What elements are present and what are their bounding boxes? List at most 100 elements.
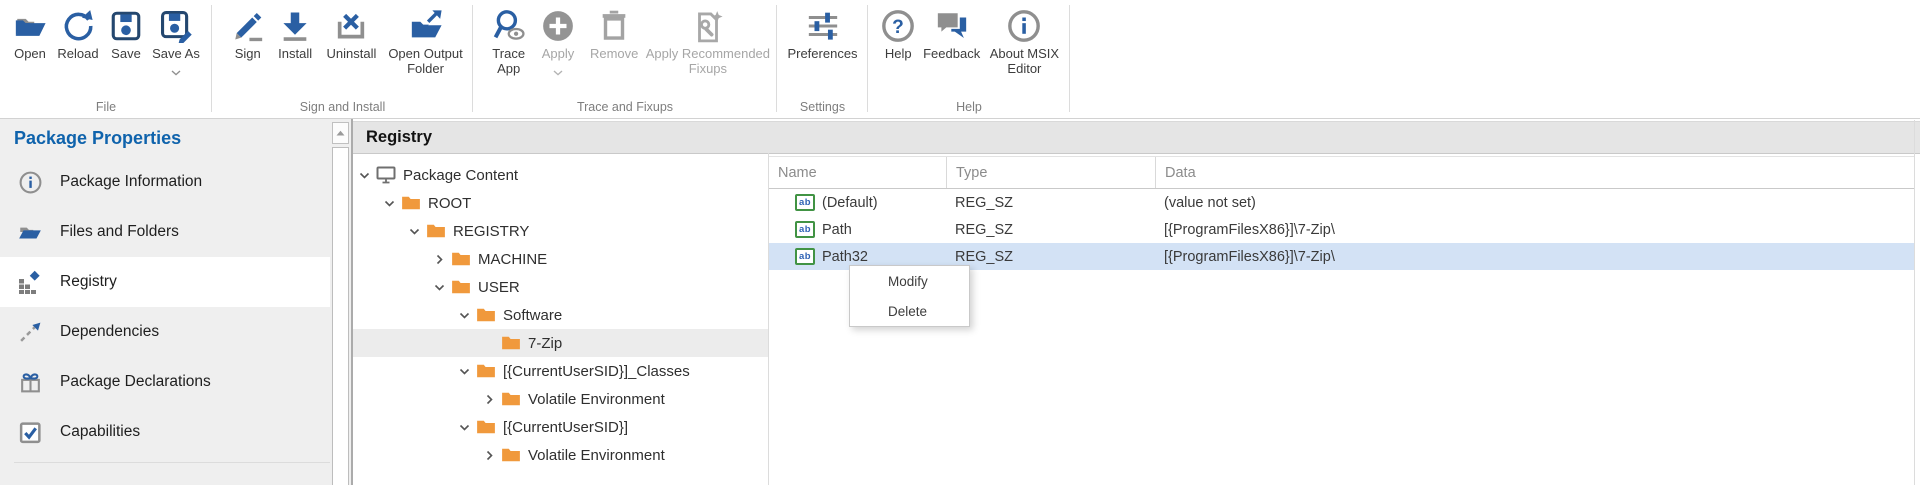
tree-item-volatile-environment[interactable]: Volatile Environment <box>353 385 768 413</box>
tree-item-user[interactable]: USER <box>353 273 768 301</box>
value-name: Path32 <box>822 249 868 265</box>
sidebar-item-label: Package Information <box>60 173 202 191</box>
ribbon-group-label: Help <box>868 100 1070 114</box>
value-name: (Default) <box>822 195 878 211</box>
table-row[interactable]: ab Path REG_SZ [{ProgramFilesX86}]\7-Zip… <box>769 216 1915 243</box>
uninstall-button[interactable]: Uninstall <box>321 6 382 61</box>
chevron-down-icon[interactable] <box>407 226 422 237</box>
chevron-down-icon[interactable] <box>382 198 397 209</box>
save-as-button[interactable]: Save As <box>148 6 204 81</box>
open-output-folder-button[interactable]: Open Output Folder <box>382 6 469 77</box>
value-name: Path <box>822 222 852 238</box>
chevron-right-icon[interactable] <box>432 254 447 265</box>
open-button[interactable]: Open <box>8 6 52 61</box>
save-button[interactable]: Save <box>104 6 148 61</box>
sidebar-item-dependencies[interactable]: Dependencies <box>0 307 330 357</box>
trace-app-button[interactable]: Trace App <box>485 6 532 77</box>
apply-plus-icon <box>541 6 575 46</box>
scrollbar-up-button[interactable] <box>332 122 349 144</box>
chevron-down-icon[interactable] <box>457 422 472 433</box>
computer-icon <box>376 166 396 184</box>
chevron-down-icon[interactable] <box>357 170 372 181</box>
chevron-down-icon[interactable] <box>171 63 181 81</box>
sidebar-item-registry[interactable]: Registry <box>0 257 330 307</box>
chevron-down-icon[interactable] <box>457 310 472 321</box>
button-label: Preferences <box>787 46 857 61</box>
sidebar-item-files-and-folders[interactable]: Files and Folders <box>0 207 330 257</box>
folder-icon <box>476 307 496 323</box>
sidebar-title: Package Properties <box>0 119 330 149</box>
sidebar-item-package-declarations[interactable]: Package Declarations <box>0 357 330 407</box>
save-as-icon <box>159 6 193 46</box>
context-menu-item-modify[interactable]: Modify <box>850 266 969 296</box>
tree-item-currentusersid-classes[interactable]: [{CurrentUserSID}]_Classes <box>353 357 768 385</box>
sidebar-divider <box>14 462 330 463</box>
tree-item-registry[interactable]: REGISTRY <box>353 217 768 245</box>
tree-item-machine[interactable]: MACHINE <box>353 245 768 273</box>
install-button[interactable]: Install <box>269 6 320 61</box>
sign-pencil-icon <box>231 6 265 46</box>
button-label: Help <box>885 46 912 61</box>
preferences-button[interactable]: Preferences <box>785 6 860 61</box>
help-question-icon: ? <box>881 6 915 46</box>
table-row[interactable]: ab (Default) REG_SZ (value not set) <box>769 189 1915 216</box>
ribbon-toolbar: Open Reload Save Save As <box>0 0 1920 119</box>
save-icon <box>109 6 143 46</box>
sign-button[interactable]: Sign <box>226 6 269 61</box>
chevron-right-icon[interactable] <box>482 450 497 461</box>
value-type: REG_SZ <box>946 249 1155 265</box>
sidebar-item-label: Registry <box>60 273 117 291</box>
sidebar-item-capabilities[interactable]: Capabilities <box>0 407 330 457</box>
string-value-icon: ab <box>795 194 815 211</box>
svg-text:?: ? <box>892 17 904 38</box>
sidebar-scrollbar[interactable] <box>330 119 351 485</box>
chevron-down-icon[interactable] <box>553 63 563 81</box>
tree-item-label: 7-Zip <box>528 335 562 352</box>
tree-item-package-content[interactable]: Package Content <box>353 161 768 189</box>
tree-item-currentusersid[interactable]: [{CurrentUserSID}] <box>353 413 768 441</box>
preferences-sliders-icon <box>806 6 840 46</box>
tree-item-7zip[interactable]: 7-Zip <box>353 329 768 357</box>
uninstall-x-icon <box>334 6 368 46</box>
group-separator <box>1069 5 1070 112</box>
apply-recommended-fixups-button[interactable]: Apply Recommended Fixups <box>645 6 771 77</box>
sidebar-item-package-information[interactable]: Package Information <box>0 157 330 207</box>
feedback-button[interactable]: Feedback <box>919 6 985 61</box>
tree-item-software[interactable]: Software <box>353 301 768 329</box>
reload-button[interactable]: Reload <box>52 6 104 61</box>
apply-button[interactable]: Apply <box>532 6 583 81</box>
ribbon-group-settings: Preferences Settings <box>777 0 868 118</box>
remove-button[interactable]: Remove <box>584 6 645 61</box>
tree-item-volatile-environment[interactable]: Volatile Environment <box>353 441 768 469</box>
button-label: Open <box>14 46 46 61</box>
files-folders-icon <box>17 219 43 245</box>
remove-trash-icon <box>597 6 631 46</box>
info-circle-icon <box>17 169 43 195</box>
window-right-edge <box>1914 120 1915 485</box>
value-data: (value not set) <box>1155 195 1915 211</box>
help-button[interactable]: ? Help <box>878 6 919 61</box>
open-folder-icon <box>13 6 47 46</box>
ribbon-group-help: ? Help Feedback About MSIX Editor Help <box>868 0 1070 118</box>
scrollbar-thumb[interactable] <box>332 147 349 485</box>
registry-panel: Registry Package Content ROOT REGISTRY M… <box>353 119 1920 485</box>
button-label: Reload <box>57 46 98 61</box>
chevron-down-icon[interactable] <box>457 366 472 377</box>
column-header-type[interactable]: Type <box>946 157 1155 188</box>
ribbon-group-trace-fixups: Trace App Apply Remove <box>473 0 777 118</box>
context-menu-item-delete[interactable]: Delete <box>850 296 969 326</box>
chevron-right-icon[interactable] <box>482 394 497 405</box>
tree-item-root[interactable]: ROOT <box>353 189 768 217</box>
chevron-down-icon[interactable] <box>432 282 447 293</box>
column-header-data[interactable]: Data <box>1155 157 1915 188</box>
column-header-name[interactable]: Name <box>769 157 946 188</box>
table-header-row: Name Type Data <box>769 156 1915 189</box>
about-msix-editor-button[interactable]: About MSIX Editor <box>985 6 1064 77</box>
button-label: Apply Recommended Fixups <box>645 46 771 77</box>
install-arrow-icon <box>278 6 312 46</box>
tree-item-label: Software <box>503 307 562 324</box>
dependencies-arrow-icon <box>17 319 43 345</box>
folder-icon <box>476 363 496 379</box>
open-output-folder-icon <box>409 6 443 46</box>
folder-icon <box>501 335 521 351</box>
